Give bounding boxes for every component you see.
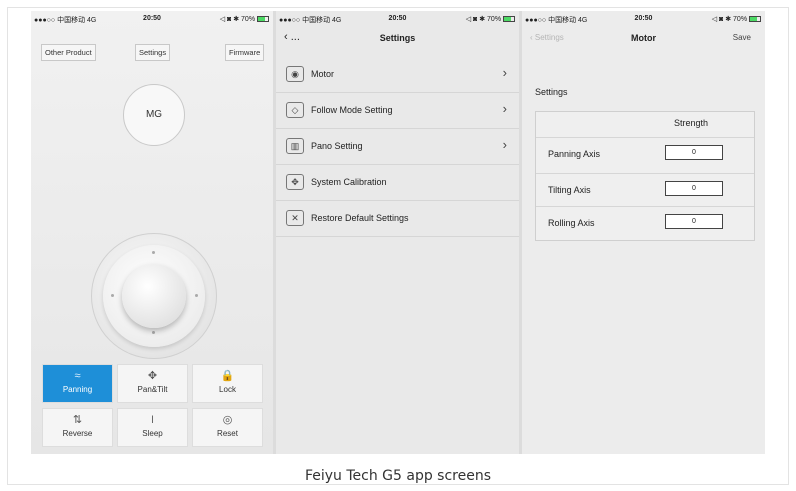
panning-icon: ≈: [74, 370, 81, 382]
phone-screen-motor: ●●●○○ 中国移动 4G 20:50 ◁ ◙ ✱ 70% ‹ Settings…: [522, 11, 765, 454]
motor-icon: ◉: [286, 66, 304, 82]
status-right-text: ◁ ◙ ✱ 70%: [711, 16, 748, 23]
nav-bar: ‹ Settings Motor Save: [522, 28, 765, 50]
list-item-follow-mode[interactable]: ◇ Follow Mode Setting ›: [276, 93, 519, 129]
status-icons: ◁ ◙ ✱ 70%: [712, 15, 761, 23]
list-item-label: Pano Setting: [311, 141, 363, 151]
status-icons: ◁ ◙ ✱ 70%: [220, 15, 269, 23]
status-right-text: ◁ ◙ ✱ 70%: [465, 16, 502, 23]
mode-label: Panning: [62, 385, 93, 394]
mode-panning-button[interactable]: ≈ Panning: [42, 364, 113, 403]
lock-icon: 🔒: [220, 370, 235, 382]
other-product-button[interactable]: Other Product: [41, 44, 96, 61]
reset-button[interactable]: ◎ Reset: [192, 408, 263, 447]
pan-tilt-icon: ✥: [147, 370, 158, 382]
page-title: Motor: [631, 33, 656, 43]
reverse-icon: ⇅: [72, 414, 83, 426]
battery-icon: [749, 16, 761, 22]
status-icons: ◁ ◙ ✱ 70%: [466, 15, 515, 23]
axis-label: Rolling Axis: [548, 218, 595, 228]
screenshots-strip: ●●●○○ 中国移动 4G 20:50 ◁ ◙ ✱ 70% Other Prod…: [31, 11, 765, 454]
restore-icon: ✕: [286, 210, 304, 226]
list-item-label: Restore Default Settings: [311, 213, 409, 223]
status-bar: ●●●○○ 中国移动 4G 20:50 ◁ ◙ ✱ 70%: [31, 11, 273, 27]
list-item-label: Follow Mode Setting: [311, 105, 393, 115]
axis-row-panning: Panning Axis 0: [536, 137, 754, 170]
mg-mode-button[interactable]: MG: [123, 84, 185, 146]
status-right-text: ◁ ◙ ✱ 70%: [219, 16, 256, 23]
joystick-dot-left: [111, 294, 114, 297]
axis-row-tilting: Tilting Axis 0: [536, 173, 754, 206]
mode-label: Reset: [217, 429, 238, 438]
save-button[interactable]: Save: [733, 33, 751, 42]
mode-label: Reverse: [62, 429, 93, 438]
chevron-right-icon: ›: [502, 137, 507, 152]
settings-button[interactable]: Settings: [135, 44, 171, 61]
list-item-system-calibration[interactable]: ✥ System Calibration: [276, 165, 519, 201]
motor-strength-panel: Strength Panning Axis 0 Tilting Axis 0 R…: [535, 111, 755, 241]
section-label: Settings: [535, 87, 568, 97]
list-item-pano[interactable]: ▥ Pano Setting ›: [276, 129, 519, 165]
phone-screen-settings: ●●●○○ 中国移动 4G 20:50 ◁ ◙ ✱ 70% ‹ ... Sett…: [276, 11, 519, 454]
battery-icon: [503, 16, 515, 22]
firmware-button[interactable]: Firmware: [225, 44, 265, 61]
axis-label: Panning Axis: [548, 149, 601, 159]
joystick-knob[interactable]: [122, 264, 186, 328]
sleep-icon: ⏽: [148, 414, 157, 426]
phone-screen-main: ●●●○○ 中国移动 4G 20:50 ◁ ◙ ✱ 70% Other Prod…: [31, 11, 273, 454]
reverse-button[interactable]: ⇅ Reverse: [42, 408, 113, 447]
calibration-icon: ✥: [286, 174, 304, 190]
chevron-right-icon: ›: [502, 65, 507, 80]
list-item-motor[interactable]: ◉ Motor ›: [276, 57, 519, 93]
mode-label: Pan&Tilt: [137, 385, 168, 394]
joystick-dot-bottom: [152, 331, 155, 334]
axis-row-rolling: Rolling Axis 0: [536, 206, 754, 239]
mode-label: Sleep: [142, 429, 163, 438]
mode-pan-tilt-button[interactable]: ✥ Pan&Tilt: [117, 364, 188, 403]
battery-icon: [257, 16, 269, 22]
list-item-label: Motor: [311, 69, 335, 79]
figure-caption: Feiyu Tech G5 app screens: [304, 468, 492, 484]
list-item-label: System Calibration: [311, 177, 387, 187]
reset-icon: ◎: [222, 414, 233, 426]
panning-strength-input[interactable]: 0: [665, 145, 723, 160]
nav-bar: ‹ ... Settings: [276, 28, 519, 50]
mode-label: Lock: [219, 385, 236, 394]
list-item-restore-default[interactable]: ✕ Restore Default Settings: [276, 201, 519, 237]
mode-lock-button[interactable]: 🔒 Lock: [192, 364, 263, 403]
page-title: Settings: [379, 33, 416, 43]
rolling-strength-input[interactable]: 0: [665, 214, 723, 229]
joystick-dot-right: [195, 294, 198, 297]
joystick-dot-top: [152, 251, 155, 254]
pano-icon: ▥: [286, 138, 304, 154]
follow-mode-icon: ◇: [286, 102, 304, 118]
sleep-button[interactable]: ⏽ Sleep: [117, 408, 188, 447]
chevron-right-icon: ›: [502, 101, 507, 116]
status-bar: ●●●○○ 中国移动 4G 20:50 ◁ ◙ ✱ 70%: [522, 11, 765, 27]
status-bar: ●●●○○ 中国移动 4G 20:50 ◁ ◙ ✱ 70%: [276, 11, 519, 27]
axis-label: Tilting Axis: [548, 185, 591, 195]
tilting-strength-input[interactable]: 0: [665, 181, 723, 196]
strength-header: Strength: [674, 118, 709, 128]
